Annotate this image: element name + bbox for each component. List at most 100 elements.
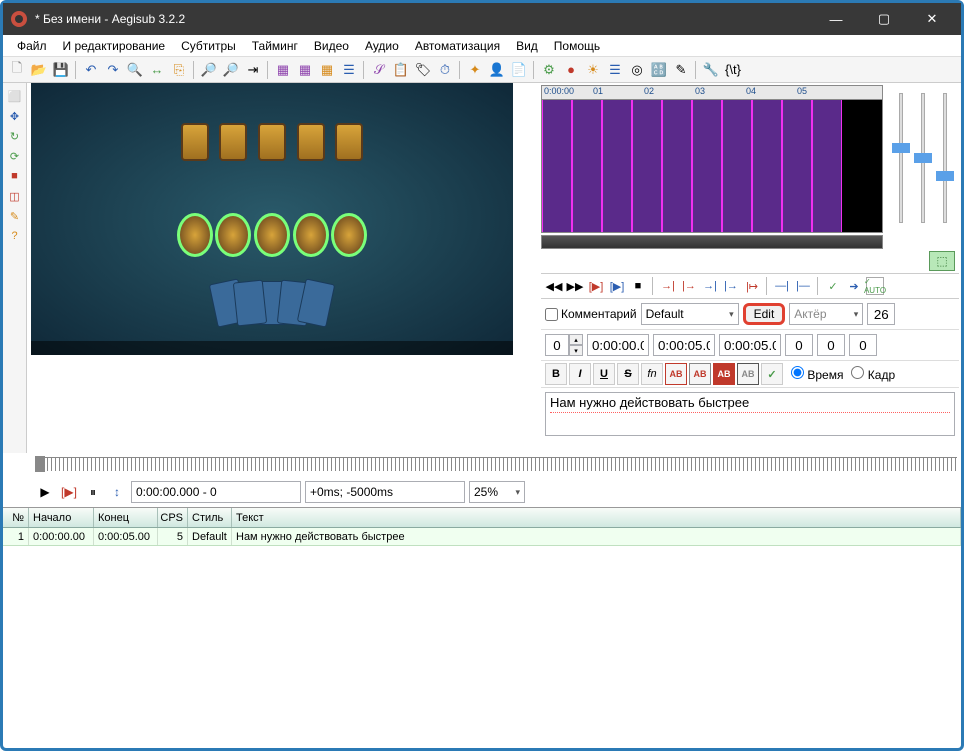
styles-manager-icon[interactable]: ✎ xyxy=(671,60,691,80)
header-num[interactable]: № xyxy=(3,508,29,527)
layer-spinbox[interactable]: ▴▾ xyxy=(545,334,583,356)
rotate-xy-icon[interactable]: ⟳ xyxy=(6,147,24,165)
edit-style-button[interactable]: Edit xyxy=(743,303,786,325)
shadow-color-button[interactable]: AB xyxy=(737,363,759,385)
volume-slider[interactable] xyxy=(936,93,954,223)
sort-icon[interactable]: ☀ xyxy=(583,60,603,80)
header-cps[interactable]: CPS xyxy=(158,508,188,527)
play-video-button[interactable]: ▶ xyxy=(35,482,55,502)
grid-row[interactable]: 1 0:00:00.00 0:00:05.00 5 Default Нам ну… xyxy=(3,528,961,546)
video-display[interactable] xyxy=(31,83,513,355)
strike-button[interactable]: S xyxy=(617,363,639,385)
secondary-color-button[interactable]: AB xyxy=(689,363,711,385)
zoom-in-icon[interactable]: 🔎 xyxy=(199,60,219,80)
autoscroll-button[interactable]: ↕ xyxy=(107,482,127,502)
video-jump-icon[interactable]: ⇥ xyxy=(243,60,263,80)
menu-video[interactable]: Видео xyxy=(306,37,357,55)
clip-tool-icon[interactable]: ◫ xyxy=(6,187,24,205)
resample-icon[interactable]: 🏷 xyxy=(413,60,433,80)
help-tool-icon[interactable]: ? xyxy=(6,227,24,245)
undo-icon[interactable]: ↶ xyxy=(81,60,101,80)
subtitle-text-input[interactable]: Нам нужно действовать быстрее xyxy=(545,392,955,436)
font-button[interactable]: fn xyxy=(641,363,663,385)
lead-out-icon[interactable]: |— xyxy=(794,277,812,295)
frame-radio[interactable]: Кадр xyxy=(851,366,895,382)
menu-subtitles[interactable]: Субтитры xyxy=(173,37,244,55)
style-select[interactable]: Default xyxy=(641,303,739,325)
menu-timing[interactable]: Тайминг xyxy=(244,37,306,55)
outline-color-button[interactable]: AB xyxy=(713,363,735,385)
shift-times-icon[interactable]: ● xyxy=(561,60,581,80)
audio-timeline[interactable]: 0:00:00 01 02 03 04 05 xyxy=(541,85,883,233)
cycle-tag-icon[interactable]: {\t} xyxy=(723,60,743,80)
menu-automation[interactable]: Автоматизация xyxy=(407,37,508,55)
stop-icon[interactable]: ■ xyxy=(629,277,647,295)
margin-vert-input[interactable] xyxy=(849,334,877,356)
play-after-start-icon[interactable]: |→ xyxy=(680,277,698,295)
commit-icon[interactable]: ✓ xyxy=(824,277,842,295)
comment-checkbox[interactable]: Комментарий xyxy=(545,307,637,321)
attachments-icon[interactable]: 🔠 xyxy=(649,60,669,80)
play-after-end-icon[interactable]: |→ xyxy=(722,277,740,295)
fonts-collector-icon[interactable]: 📄 xyxy=(509,60,529,80)
jump-icon[interactable]: ⎘ xyxy=(169,60,189,80)
select-lines-icon[interactable]: ☰ xyxy=(605,60,625,80)
save-icon[interactable]: 💾 xyxy=(51,60,71,80)
select-visible-icon[interactable]: ▦ xyxy=(317,60,337,80)
pause-video-button[interactable]: ⏸ xyxy=(83,482,103,502)
margin-right-input[interactable] xyxy=(817,334,845,356)
start-time-input[interactable] xyxy=(587,334,649,356)
play-line-icon[interactable]: [▶] xyxy=(608,277,626,295)
primary-color-button[interactable]: AB xyxy=(665,363,687,385)
styling-assistant-icon[interactable]: 𝒮 xyxy=(369,60,389,80)
header-end[interactable]: Конец xyxy=(94,508,158,527)
audio-scroll[interactable] xyxy=(541,235,883,249)
zoom-out-icon[interactable]: 🔎 xyxy=(221,60,241,80)
header-text[interactable]: Текст xyxy=(232,508,961,527)
header-start[interactable]: Начало xyxy=(29,508,94,527)
snap-scene-icon[interactable]: ☰ xyxy=(339,60,359,80)
video-seek-slider[interactable] xyxy=(35,457,957,471)
play-selection-icon[interactable]: [▶] xyxy=(587,277,605,295)
maximize-button[interactable]: ▢ xyxy=(869,7,899,31)
automation-icon[interactable]: ⚙ xyxy=(539,60,559,80)
properties-icon[interactable]: ◎ xyxy=(627,60,647,80)
menu-edit[interactable]: И редактирование xyxy=(55,37,174,55)
go-to-selection-icon[interactable]: ➔ xyxy=(845,277,863,295)
bold-button[interactable]: B xyxy=(545,363,567,385)
drag-tool-icon[interactable]: ✥ xyxy=(6,107,24,125)
redo-icon[interactable]: ↷ xyxy=(103,60,123,80)
end-time-input[interactable] xyxy=(653,334,715,356)
open-icon[interactable]: 📂 xyxy=(29,60,49,80)
menu-help[interactable]: Помощь xyxy=(546,37,608,55)
scale-tool-icon[interactable]: ■ xyxy=(6,167,24,185)
menu-audio[interactable]: Аудио xyxy=(357,37,407,55)
margin-left-input[interactable] xyxy=(785,334,813,356)
play-before-start-icon[interactable]: →| xyxy=(659,277,677,295)
prev-line-icon[interactable]: ◀◀ xyxy=(545,277,563,295)
zoom-select[interactable]: 25% xyxy=(469,481,525,503)
menu-file[interactable]: Файл xyxy=(9,37,55,55)
new-icon[interactable]: 🗋 xyxy=(7,60,27,80)
italic-button[interactable]: I xyxy=(569,363,591,385)
horizontal-zoom-slider[interactable] xyxy=(892,93,910,223)
duration-input[interactable] xyxy=(719,334,781,356)
next-line-icon[interactable]: ▶▶ xyxy=(566,277,584,295)
play-before-end-icon[interactable]: →| xyxy=(701,277,719,295)
time-radio[interactable]: Время xyxy=(791,366,843,382)
subs-shift-display[interactable]: +0ms; -5000ms xyxy=(305,481,465,503)
close-button[interactable]: ✕ xyxy=(917,7,947,31)
lead-in-icon[interactable]: —| xyxy=(773,277,791,295)
find-icon[interactable]: 🔍 xyxy=(125,60,145,80)
vector-clip-icon[interactable]: ✎ xyxy=(6,207,24,225)
timing-postprocess-icon[interactable]: ⏱ xyxy=(435,60,455,80)
vertical-zoom-slider[interactable] xyxy=(914,93,932,223)
rotate-z-icon[interactable]: ↻ xyxy=(6,127,24,145)
effect-input[interactable] xyxy=(867,303,895,325)
auto-commit-icon[interactable]: ✓AUTO xyxy=(866,277,884,295)
snap-end-icon[interactable]: ▦ xyxy=(295,60,315,80)
play-line-video-button[interactable]: [▶] xyxy=(59,482,79,502)
spell-check-icon[interactable]: 👤 xyxy=(487,60,507,80)
translation-assistant-icon[interactable]: 📋 xyxy=(391,60,411,80)
underline-button[interactable]: U xyxy=(593,363,615,385)
